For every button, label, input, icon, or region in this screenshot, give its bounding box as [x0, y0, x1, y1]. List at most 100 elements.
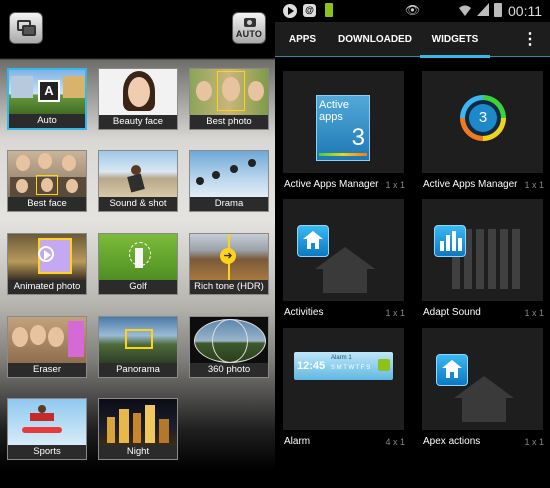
widget-size: 4 x 1 [385, 437, 405, 447]
signal-icon [477, 3, 489, 16]
mode-sports[interactable]: Sports [7, 398, 87, 460]
overflow-menu-icon[interactable]: ⋮ [520, 22, 540, 58]
mode-label: Best photo [190, 115, 268, 129]
mode-night[interactable]: Night [98, 398, 178, 460]
widget-alarm[interactable]: 12:45 Alarm 1 S M T W T F S Alarm 4 x 1 [283, 328, 407, 450]
widget-size: 1 x 1 [524, 180, 544, 190]
gauge-count: 3 [469, 104, 497, 132]
widget-name: Active Apps Manager [284, 179, 379, 190]
widget-name: Alarm [284, 436, 311, 447]
play-store-icon [283, 4, 297, 18]
switch-camera-button[interactable] [9, 12, 43, 44]
status-time: 00:11 [508, 3, 542, 19]
tab-downloaded[interactable]: DOWNLOADED [330, 22, 420, 58]
mode-eraser[interactable]: Eraser [7, 316, 87, 378]
home-icon [297, 225, 329, 257]
widget-active-apps-manager-2[interactable]: 3 Active Apps Manager 1 x 1 [422, 71, 546, 193]
camera-icon [244, 18, 256, 27]
best-photo-thumbnail [190, 69, 268, 115]
360-photo-thumbnail [190, 317, 268, 363]
mode-rich-tone-hdr[interactable]: ➜ Rich tone (HDR) [189, 233, 269, 295]
mode-label: Animated photo [8, 280, 86, 294]
widget-apex-actions[interactable]: Apex actions 1 x 1 [422, 328, 546, 450]
mode-label: Sound & shot [99, 197, 177, 211]
mode-panorama[interactable]: Panorama [98, 316, 178, 378]
widget-preview: Active apps 3 [283, 71, 404, 173]
mode-golf[interactable]: Golf [98, 233, 178, 295]
drama-thumbnail [190, 151, 268, 197]
widget-size: 1 x 1 [524, 437, 544, 447]
widget-size: 1 x 1 [385, 308, 405, 318]
golf-thumbnail [99, 234, 177, 280]
alarm-preview-time: 12:45 [297, 360, 326, 372]
mode-360-photo[interactable]: 360 photo [189, 316, 269, 378]
mode-label: Night [99, 445, 177, 459]
home-icon [436, 354, 468, 386]
alarm-clock-icon [378, 359, 390, 371]
widget-name: Apex actions [423, 436, 481, 447]
mode-label: Auto [9, 114, 85, 128]
battery-charging-icon [325, 3, 333, 17]
mode-label: Panorama [99, 363, 177, 377]
mode-best-face[interactable]: Best face [7, 150, 87, 212]
mode-sound-and-shot[interactable]: Sound & shot [98, 150, 178, 212]
mode-label: Golf [99, 280, 177, 294]
status-bar: @ 👁 00:11 [275, 0, 550, 22]
mode-label: Eraser [8, 363, 86, 377]
widget-size: 1 x 1 [524, 308, 544, 318]
circular-gauge-icon: 3 [460, 95, 506, 141]
mode-beauty-face[interactable]: Beauty face [98, 68, 178, 130]
mode-animated-photo[interactable]: Animated photo [7, 233, 87, 295]
sound-and-shot-thumbnail [99, 151, 177, 197]
email-icon: @ [303, 4, 316, 17]
tab-widgets[interactable]: WIDGETS [420, 22, 490, 58]
widget-size: 1 x 1 [385, 180, 405, 190]
mode-label: 360 photo [190, 363, 268, 377]
wifi-icon [459, 5, 471, 16]
tab-divider [275, 56, 550, 57]
mode-label: Beauty face [99, 115, 177, 129]
camera-mode-panel: AUTO A Auto Beauty face Best photo Best … [0, 0, 275, 488]
widgets-panel: @ 👁 00:11 APPS DOWNLOADED WIDGETS ⋮ Acti… [275, 0, 550, 488]
widget-active-apps-manager-1[interactable]: Active apps 3 Active Apps Manager 1 x 1 [283, 71, 407, 193]
widget-activities[interactable]: Activities 1 x 1 [283, 199, 407, 321]
auto-mode-label: AUTO [235, 29, 263, 39]
equalizer-icon [434, 225, 466, 257]
panorama-thumbnail [99, 317, 177, 363]
rich-tone-thumbnail: ➜ [190, 234, 268, 280]
app-drawer-tabs: APPS DOWNLOADED WIDGETS ⋮ [275, 22, 550, 58]
widget-name: Active Apps Manager [423, 179, 518, 190]
widget-preview: 12:45 Alarm 1 S M T W T F S [283, 328, 404, 430]
mode-drama[interactable]: Drama [189, 150, 269, 212]
auto-thumbnail: A [9, 70, 85, 114]
arrow-right-icon: ➜ [220, 248, 236, 264]
mode-label: Rich tone (HDR) [190, 280, 268, 294]
smart-stay-eye-icon: 👁 [405, 3, 421, 17]
beauty-face-thumbnail [99, 69, 177, 115]
tab-apps[interactable]: APPS [275, 22, 330, 58]
mode-label: Drama [190, 197, 268, 211]
widget-preview [422, 199, 543, 301]
alarm-preview-days: S M T W T F S [331, 365, 371, 371]
battery-icon [494, 3, 502, 17]
mode-auto[interactable]: A Auto [7, 68, 87, 130]
animated-photo-thumbnail [8, 234, 86, 280]
eraser-thumbnail [8, 317, 86, 363]
mode-best-photo[interactable]: Best photo [189, 68, 269, 130]
night-thumbnail [99, 399, 177, 445]
sports-thumbnail [8, 399, 86, 445]
widget-preview: 3 [422, 71, 543, 173]
alarm-preview-name: Alarm 1 [331, 355, 352, 361]
alarm-preview: 12:45 Alarm 1 S M T W T F S [294, 352, 393, 380]
mode-label: Sports [8, 445, 86, 459]
mode-label: Best face [8, 197, 86, 211]
best-face-thumbnail [8, 151, 86, 197]
auto-mode-button[interactable]: AUTO [232, 12, 266, 44]
active-apps-preview-text: Active apps [319, 99, 349, 123]
widget-name: Adapt Sound [423, 307, 481, 318]
widget-adapt-sound[interactable]: Adapt Sound 1 x 1 [422, 199, 546, 321]
active-apps-preview-count: 3 [351, 124, 365, 151]
widget-preview [283, 199, 404, 301]
active-apps-preview: Active apps 3 [316, 95, 370, 161]
widget-preview [422, 328, 543, 430]
